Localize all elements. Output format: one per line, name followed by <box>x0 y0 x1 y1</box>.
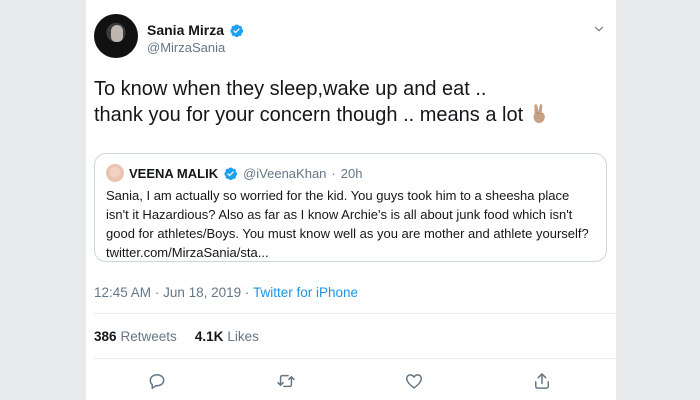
avatar[interactable] <box>94 14 138 58</box>
reply-button[interactable] <box>144 368 170 394</box>
quoted-text-line-1: Sania, I am actually so worried for the … <box>106 188 570 203</box>
meta-separator: · <box>154 285 160 300</box>
quoted-text-line-3: good for athletes/Boys. You must know we… <box>106 226 589 241</box>
author-name-row[interactable]: Sania Mirza <box>147 22 244 38</box>
quoted-author-handle: @iVeenaKhan <box>243 165 327 181</box>
retweet-button[interactable] <box>273 368 299 394</box>
reply-icon <box>149 374 165 390</box>
heart-icon <box>406 374 422 389</box>
verified-badge-icon <box>230 23 244 37</box>
divider <box>94 358 616 359</box>
quoted-separator: · <box>331 165 336 181</box>
tweet-text-line-2-text: thank you for your concern though .. mea… <box>94 104 524 126</box>
verified-badge-icon <box>224 166 238 180</box>
author-handle[interactable]: @MirzaSania <box>147 40 225 55</box>
retweet-icon <box>277 374 295 388</box>
quoted-author-name: VEENA MALIK <box>129 165 219 181</box>
tweet-source-link[interactable]: Twitter for iPhone <box>253 285 358 300</box>
share-button[interactable] <box>529 368 555 394</box>
quoted-avatar <box>106 164 124 182</box>
tweet-text-line-2: thank you for your concern though .. mea… <box>94 102 594 128</box>
meta-separator: · <box>244 285 250 300</box>
quoted-tweet-header: VEENA MALIK @iVeenaKhan · 20h <box>106 164 362 182</box>
likes-label: Likes <box>227 329 259 344</box>
tweet-card: Sania Mirza @MirzaSania To know when the… <box>86 0 616 400</box>
share-icon <box>535 373 549 389</box>
divider <box>94 313 616 314</box>
quoted-text-line-4: twitter.com/MirzaSania/sta... <box>106 245 269 260</box>
retweets-count: 386 <box>94 329 117 344</box>
retweets-stat[interactable]: 386 Retweets <box>94 329 177 344</box>
like-button[interactable] <box>401 368 427 394</box>
tweet-text-line-1: To know when they sleep,wake up and eat … <box>94 78 487 100</box>
chevron-down-icon[interactable] <box>592 22 606 36</box>
tweet-actions <box>86 368 616 394</box>
retweets-label: Retweets <box>120 329 177 344</box>
tweet-text: To know when they sleep,wake up and eat … <box>94 77 594 128</box>
quoted-time: 20h <box>340 165 363 181</box>
victory-hand-emoji <box>533 104 545 123</box>
tweet-date[interactable]: Jun 18, 2019 <box>163 285 241 300</box>
tweet-metadata: 12:45 AM · Jun 18, 2019 · Twitter for iP… <box>94 285 358 300</box>
tweet-time[interactable]: 12:45 AM <box>94 285 151 300</box>
quoted-text-line-2: isn't it Hazardious? Also as far as I kn… <box>106 207 573 222</box>
quoted-tweet-text: Sania, I am actually so worried for the … <box>106 186 606 262</box>
likes-count: 4.1K <box>194 329 224 344</box>
likes-stat[interactable]: 4.1K Likes <box>195 329 259 344</box>
quoted-tweet[interactable]: VEENA MALIK @iVeenaKhan · 20h Sania, I a… <box>94 153 607 262</box>
author-name[interactable]: Sania Mirza <box>147 22 224 38</box>
tweet-stats: 386 Retweets 4.1K Likes <box>94 329 259 344</box>
